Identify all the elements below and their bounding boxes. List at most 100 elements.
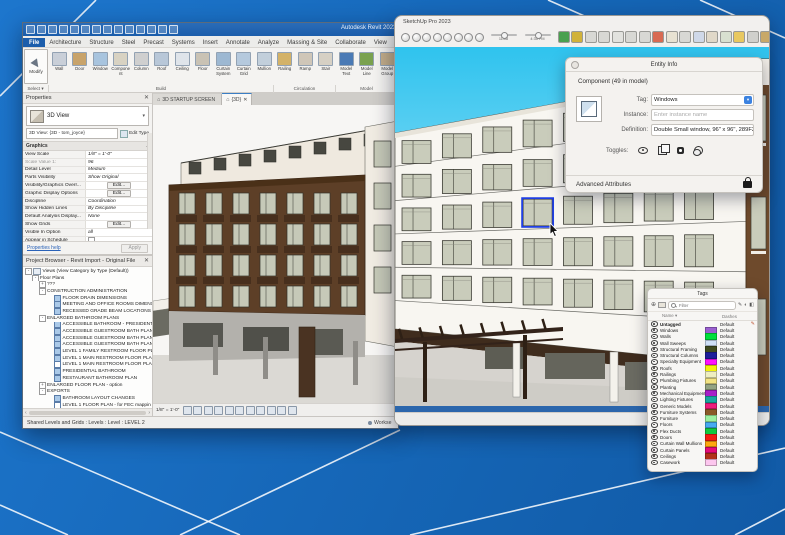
ribbon-panel-label[interactable]: Circulation	[274, 85, 336, 93]
visibility-eye-icon[interactable]	[651, 359, 658, 364]
tree-item[interactable]: - Views (View Category by Type (Default)…	[23, 268, 152, 275]
tag-row[interactable]: Railings Default ✎	[648, 371, 757, 377]
tag-dropdown[interactable]: Windows ▾	[651, 94, 754, 106]
tag-dashes-value[interactable]: Default	[720, 334, 742, 339]
add-tag-folder-icon[interactable]	[658, 302, 666, 308]
rectangle-tool-icon[interactable]	[443, 33, 452, 42]
view-scale[interactable]: 1/8" = 1'-0"	[156, 408, 179, 413]
visibility-eye-icon[interactable]	[651, 410, 658, 415]
tree-item[interactable]: MEETING AND OFFICE ROOMS DIMENSI	[23, 301, 152, 308]
crop-region-icon[interactable]	[235, 406, 244, 415]
ribbon-button[interactable]: Ramp	[295, 49, 316, 85]
move-tool-icon[interactable]	[464, 33, 473, 42]
tag-dashes-value[interactable]: Default	[720, 410, 742, 415]
tag-dashes-value[interactable]: Default	[720, 397, 742, 402]
slider-knob[interactable]	[501, 32, 508, 39]
reveal-hidden-icon[interactable]	[267, 406, 276, 415]
lock-icon[interactable]	[677, 147, 684, 154]
tree-item[interactable]: PRESIDENTIAL BATHROOM	[23, 368, 152, 375]
ribbon-panel-label[interactable]: Model	[336, 85, 398, 93]
tag-row[interactable]: Roofs Default ✎	[648, 365, 757, 371]
fog-icon[interactable]	[612, 31, 624, 43]
visual-style-icon[interactable]	[193, 406, 202, 415]
ribbon-button[interactable]: Model Line	[357, 49, 378, 85]
ribbon-button[interactable]: Door	[70, 49, 91, 85]
visibility-eye-icon[interactable]	[651, 447, 658, 452]
shadow-slider[interactable]: 4:35 PM	[523, 34, 553, 41]
purge-icon[interactable]: ◐	[744, 302, 747, 308]
revit-3d-canvas[interactable]	[153, 105, 398, 404]
shadows-icon[interactable]	[214, 406, 223, 415]
ribbon-panel-label[interactable]: Build	[49, 85, 274, 93]
tree-expander-icon[interactable]: -	[39, 388, 46, 395]
modify-button[interactable]: Modify	[24, 49, 48, 84]
select-tool-icon[interactable]	[401, 33, 410, 42]
tag-dashes-value[interactable]: Default	[720, 347, 742, 352]
name-column-header[interactable]: Name ▾	[648, 313, 710, 319]
tag-dashes-value[interactable]: Default	[720, 460, 742, 465]
thin-lines-icon[interactable]	[169, 25, 178, 34]
tree-item[interactable]: - Floor Plans	[23, 275, 152, 282]
ribbon-tab[interactable]: Collaborate	[331, 38, 370, 47]
property-value[interactable]: all	[85, 229, 152, 236]
tag-row[interactable]: Ceilings Default ✎	[648, 453, 757, 459]
crop-view-icon[interactable]	[225, 406, 234, 415]
look-around-icon[interactable]	[720, 31, 732, 43]
ribbon-button[interactable]: Stair	[316, 49, 337, 85]
sun-path-icon[interactable]	[204, 406, 213, 415]
tree-item[interactable]: RECESSED GRADE BEAM LOCATIONS SI	[23, 308, 152, 315]
visibility-eye-icon[interactable]	[651, 328, 658, 333]
lock-toggle-icon[interactable]	[743, 181, 752, 188]
tag-dashes-value[interactable]: Default	[720, 422, 742, 427]
tag-row[interactable]: Generic Models Default ✎	[648, 403, 757, 409]
tag-dashes-value[interactable]: Default	[720, 454, 742, 459]
visibility-eye-icon[interactable]	[651, 340, 658, 345]
close-icon[interactable]: ✕	[144, 95, 149, 101]
extension-warehouse-icon[interactable]	[760, 31, 770, 43]
ribbon-button[interactable]: Railing	[275, 49, 296, 85]
visibility-eye-icon[interactable]	[651, 384, 658, 389]
visibility-eye-icon[interactable]	[651, 321, 658, 326]
tree-item[interactable]: LEVEL 1 FAMILY RESTROOM FLOOR PLA	[23, 348, 152, 355]
type-selector[interactable]: 3D View ▾	[26, 106, 149, 126]
tag-row[interactable]: Walls Default ✎	[648, 334, 757, 340]
tree-item[interactable]: - EXPORTS	[23, 388, 152, 395]
property-value[interactable]: Coordination	[85, 198, 152, 205]
tree-expander-icon[interactable]: -	[32, 275, 39, 282]
ribbon-button[interactable]: Roof	[152, 49, 173, 85]
close-icon[interactable]: ✕	[144, 258, 149, 264]
view-properties-icon[interactable]	[288, 406, 297, 415]
orbit-icon[interactable]	[652, 31, 664, 43]
ribbon-button[interactable]: Curtain Grid	[234, 49, 255, 85]
redo-icon[interactable]	[92, 25, 101, 34]
tag-dashes-value[interactable]: Default	[720, 441, 742, 446]
property-value[interactable]: None	[85, 213, 152, 220]
tree-item[interactable]: + ENLARGED FLOOR PLAN - option	[23, 382, 152, 389]
tag-row[interactable]: Wall Sweeps Default ✎	[648, 340, 757, 346]
ribbon-button[interactable]: Column	[131, 49, 152, 85]
tree-expander-icon[interactable]: +	[39, 281, 46, 288]
ribbon-tab[interactable]: Precast	[139, 38, 167, 47]
tree-item[interactable]: LEVEL 1 MAIN RESTROOM FLOOR PLAN	[23, 362, 152, 369]
scroll-left-icon[interactable]: ‹	[25, 410, 27, 416]
tree-item[interactable]: - CONSTRUCTION ADMINISTRATION	[23, 288, 152, 295]
open-icon[interactable]	[48, 25, 57, 34]
tag-dropdown-chip[interactable]: ▾	[744, 96, 752, 104]
visibility-eye-icon[interactable]	[651, 422, 658, 427]
tree-item[interactable]: FLOOR DRAIN DIMENSIONS	[23, 295, 152, 302]
visibility-eye-icon[interactable]	[651, 372, 658, 377]
add-tag-icon[interactable]: ⊕	[651, 302, 656, 308]
visibility-eye-icon[interactable]	[651, 334, 658, 339]
tag-row[interactable]: Structural Columns Default ✎	[648, 352, 757, 358]
tag-row[interactable]: Specialty Equipment Default ✎	[648, 359, 757, 365]
zoom-extents-icon[interactable]	[693, 31, 705, 43]
tag-row[interactable]: Windows Default ✎	[648, 327, 757, 333]
pan-icon[interactable]	[666, 31, 678, 43]
property-value[interactable]: Show Original	[85, 174, 152, 181]
property-value[interactable]: Edit...	[85, 190, 152, 197]
visibility-eye-icon[interactable]	[651, 366, 658, 371]
properties-scrollbar[interactable]	[147, 133, 152, 229]
undo-icon[interactable]	[625, 31, 637, 43]
tag-row[interactable]: Casework Default ✎	[648, 460, 757, 466]
tag-row[interactable]: Doors Default ✎	[648, 434, 757, 440]
